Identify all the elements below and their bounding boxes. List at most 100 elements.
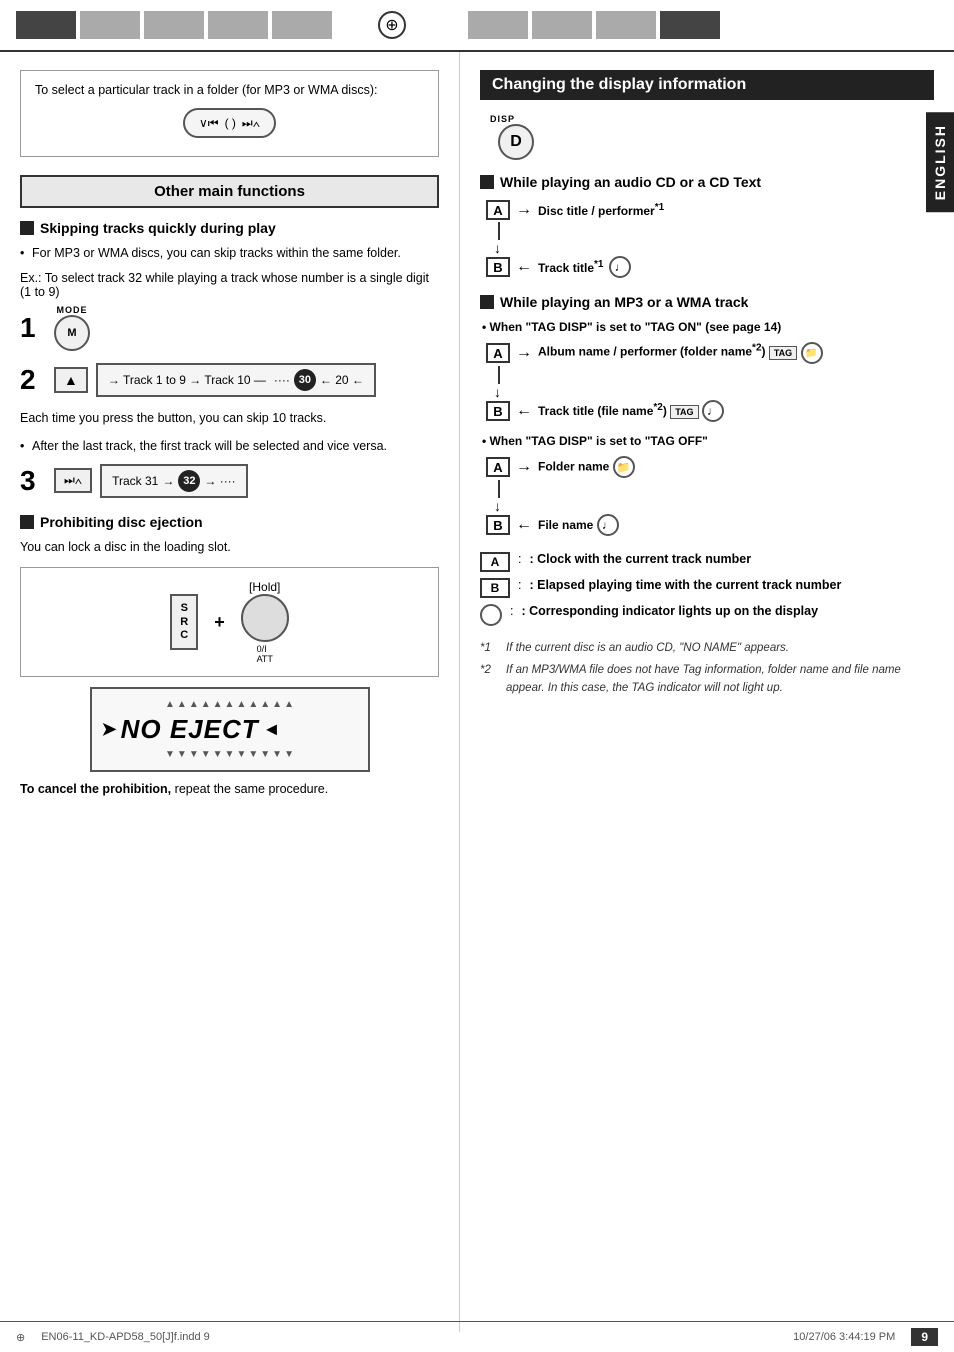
arrow-down-10: ▼ xyxy=(272,749,282,760)
next-folder-icon: ⏭∧ xyxy=(242,114,260,132)
v-connector: ↓ xyxy=(498,222,934,256)
folder-nav-btn[interactable]: ∨⏮ ( ) ⏭∧ xyxy=(183,108,276,138)
tag-on-v-line xyxy=(498,366,500,384)
legend-section: A : : Clock with the current track numbe… xyxy=(480,552,934,626)
arrow-up-3: ▲ xyxy=(189,699,199,710)
tag-off-b-arrow: ← xyxy=(516,516,532,534)
disp-btn-text: D xyxy=(510,133,522,151)
track-highlight-30: 30 xyxy=(294,369,316,391)
track-back-20: ← 20 ← xyxy=(320,373,364,387)
arrow-up-8: ▲ xyxy=(248,699,258,710)
header-block-5 xyxy=(272,11,332,39)
arrows-bottom: ▼ ▼ ▼ ▼ ▼ ▼ ▼ ▼ ▼ ▼ ▼ xyxy=(102,749,358,760)
b-tag-on-text: Track title (file name xyxy=(538,404,653,418)
mp3-wma-title: While playing an MP3 or a WMA track xyxy=(480,294,934,310)
nav-buttons-display: ∨⏮ ( ) ⏭∧ xyxy=(35,108,424,138)
b-track-title: Track title*1 xyxy=(538,259,603,275)
arrow-up-9: ▲ xyxy=(260,699,270,710)
arrow-down-11: ▼ xyxy=(284,749,294,760)
step-1-row: 1 MODE M xyxy=(20,305,439,351)
prohibiting-body: You can lock a disc in the loading slot. xyxy=(20,538,439,557)
a-superscript: *1 xyxy=(655,202,664,213)
disp-button[interactable]: D xyxy=(498,124,534,160)
arrow-down-7: ▼ xyxy=(236,749,246,760)
a-tag-off-text: Folder name xyxy=(538,460,609,474)
track-dots-after: → ···· xyxy=(204,474,235,488)
src-button[interactable]: SRC xyxy=(170,594,198,650)
tag-off-down-arrow: ↓ xyxy=(494,498,501,514)
tag-on-b-arrow: ← xyxy=(516,402,532,420)
tag-off-arrow-right: → xyxy=(516,458,532,476)
legend-colon-circle: : xyxy=(510,604,513,618)
down-arrow: ↓ xyxy=(494,240,501,256)
step-3-number: 3 xyxy=(20,465,44,497)
v-line-top xyxy=(498,222,500,240)
example-label: Ex.: To select track 32 while playing a … xyxy=(20,271,439,299)
cancel-text: To cancel the prohibition, repeat the sa… xyxy=(20,782,439,796)
prohibiting-section: Prohibiting disc ejection You can lock a… xyxy=(20,514,439,796)
skipping-bullet1: For MP3 or WMA discs, you can skip track… xyxy=(20,244,439,263)
audio-cd-section: While playing an audio CD or a CD Text A… xyxy=(480,174,934,278)
att-indicator: 0/IATT xyxy=(257,644,273,664)
v-line-group: ↓ xyxy=(498,222,501,256)
tag-on-label-text: • xyxy=(482,320,490,334)
compass-footer-left: ⊕ xyxy=(16,1331,25,1344)
tag-off-b-label: B xyxy=(486,515,510,535)
mode-label: MODE xyxy=(57,305,88,315)
page-number: 9 xyxy=(921,1330,928,1344)
intro-box: To select a particular track in a folder… xyxy=(20,70,439,157)
header-block-8 xyxy=(596,11,656,39)
tag-on-v-line-group: ↓ xyxy=(498,366,501,400)
tag-badge-b: TAG xyxy=(670,405,698,419)
changing-display-header: Changing the display information xyxy=(480,70,934,100)
header-block-3 xyxy=(144,11,204,39)
prohibiting-title-text: Prohibiting disc ejection xyxy=(40,514,203,530)
track-31-display: Track 31 → 32 → ···· xyxy=(100,464,248,498)
tag-on-a-text: Album name / performer (folder name*2) T… xyxy=(538,342,823,364)
disp-label: DISP xyxy=(490,114,515,124)
compass-icon: ⊕ xyxy=(378,11,406,39)
legend-colon-a: : xyxy=(518,552,521,566)
a-label: A xyxy=(486,200,510,220)
tag-off-text: When "TAG DISP" is set to "TAG OFF" xyxy=(490,434,708,448)
arrow-right-a: → xyxy=(516,201,532,219)
legend-colon-b: : xyxy=(518,578,521,592)
header-left-blocks xyxy=(16,11,332,39)
tag-on-text: When "TAG DISP" is set to "TAG ON" (see … xyxy=(490,320,782,334)
header-block-7 xyxy=(532,11,592,39)
a-tag-super: *2 xyxy=(752,343,761,354)
ab-a-row: A → Disc title / performer*1 xyxy=(486,200,934,220)
right-column: ENGLISH Changing the display information… xyxy=(460,52,954,1332)
main-content: To select a particular track in a folder… xyxy=(0,52,954,1332)
fn2-num: *2 xyxy=(480,662,500,698)
header-block-4 xyxy=(208,11,268,39)
right-arrow-eject: ◄ xyxy=(263,719,281,740)
other-functions-title: Other main functions xyxy=(154,183,305,200)
skip-forward-btn[interactable]: ⏭∧ xyxy=(54,468,92,493)
arrow-up-2: ▲ xyxy=(177,699,187,710)
tag-off-a-text: Folder name 📁 xyxy=(538,456,635,478)
footer-right: 10/27/06 3:44:19 PM 9 xyxy=(793,1328,938,1346)
section-icon xyxy=(20,221,34,235)
track-skip-display: → Track 1 to 9 → Track 10 — ···· 30 ← 20… xyxy=(96,363,376,397)
arrow-up-6: ▲ xyxy=(225,699,235,710)
hold-label: [Hold] xyxy=(249,580,280,594)
legend-row-b: B : : Elapsed playing time with the curr… xyxy=(480,578,934,598)
mode-button[interactable]: M xyxy=(54,315,90,351)
tag-on-a-label: A xyxy=(486,343,510,363)
step-2-row: 2 ▲ → Track 1 to 9 → Track 10 — ···· 30 … xyxy=(20,363,439,397)
legend-circle-desc: : Corresponding indicator lights up on t… xyxy=(521,604,818,618)
tag-off-v-connector: ↓ xyxy=(498,480,934,514)
hold-circle-btn[interactable] xyxy=(241,594,289,642)
up-button[interactable]: ▲ xyxy=(54,367,88,393)
tag-on-v-connector: ↓ xyxy=(498,366,934,400)
arrow-up-7: ▲ xyxy=(236,699,246,710)
cancel-bold-text: To cancel the prohibition, xyxy=(20,782,171,796)
arrow-down-2: ▼ xyxy=(177,749,187,760)
legend-a-desc: : Clock with the current track number xyxy=(529,552,751,566)
audio-cd-ab-diagram: A → Disc title / performer*1 ↓ B ← xyxy=(486,200,934,278)
arrow-down-6: ▼ xyxy=(225,749,235,760)
other-functions-section-box: Other main functions xyxy=(20,175,439,208)
cancel-rest-text: repeat the same procedure. xyxy=(175,782,329,796)
tag-off-b-text: File name ♩ xyxy=(538,514,619,536)
